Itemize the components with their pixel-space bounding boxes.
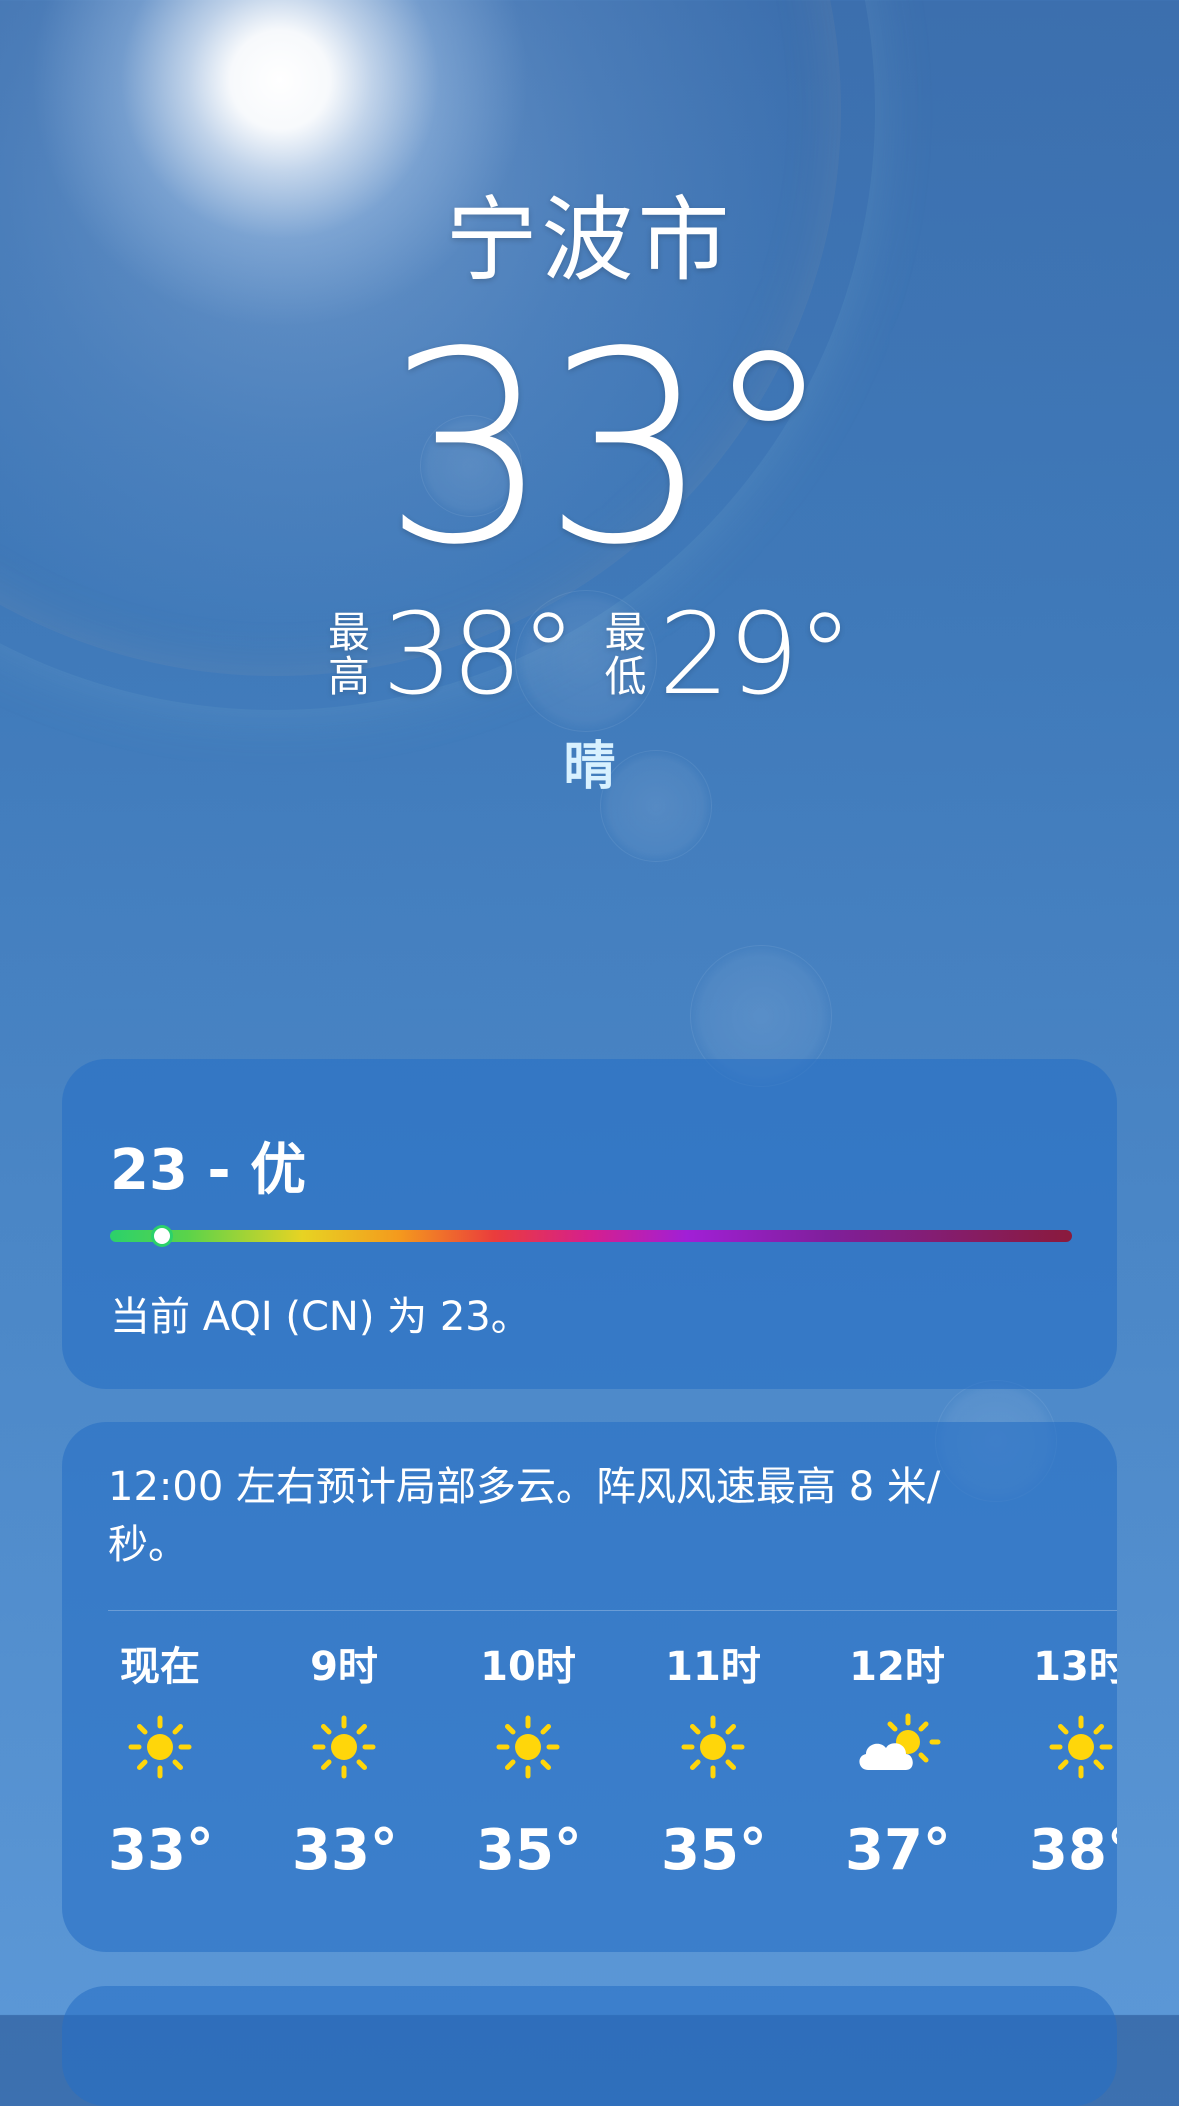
hourly-summary: 12:00 左右预计局部多云。阵风风速最高 8 米/秒。 — [108, 1464, 941, 1568]
hour-temperature: 37° — [845, 1818, 951, 1883]
sun-icon — [661, 1712, 765, 1802]
aqi-scale-bar — [110, 1230, 1072, 1242]
hour-label: 10时 — [480, 1644, 576, 1690]
hour-item: 10时 35° — [476, 1642, 582, 1886]
next-card[interactable] — [62, 1986, 1117, 2106]
low-value: 29° — [658, 590, 854, 720]
high-label: 最 高 — [327, 608, 370, 701]
sun-icon — [476, 1712, 580, 1802]
hour-item: 现在 33° — [108, 1642, 214, 1886]
high-low-temperatures: 最 高 38° 最 低 29° — [0, 590, 1179, 720]
hour-temperature: 33° — [292, 1818, 398, 1883]
high-value: 38° — [381, 590, 577, 720]
sun-icon — [1029, 1712, 1117, 1802]
hour-label: 12时 — [849, 1644, 945, 1690]
hour-item: 13时 38° — [1029, 1642, 1117, 1886]
hour-temperature: 33° — [108, 1818, 214, 1883]
hour-temperature: 38° — [1029, 1818, 1117, 1883]
hourly-list[interactable]: 现在 33° 9时 33° 10时 35° 11时 35° 12时 37° 13… — [108, 1642, 1117, 1932]
hour-temperature: 35° — [661, 1818, 767, 1883]
hour-item: 9时 33° — [292, 1642, 398, 1886]
hour-item: 11时 35° — [661, 1642, 767, 1886]
hour-label: 13时 — [1033, 1644, 1117, 1690]
hour-label: 现在 — [120, 1644, 200, 1690]
aqi-indicator — [154, 1228, 170, 1244]
weather-condition: 晴 — [563, 737, 616, 797]
divider — [108, 1610, 1117, 1611]
sun-icon — [108, 1712, 212, 1802]
partly-cloudy-icon — [845, 1712, 949, 1802]
low-label: 最 低 — [604, 608, 647, 701]
hour-label: 11时 — [665, 1644, 761, 1690]
current-temperature: 33° — [382, 296, 835, 603]
aqi-description: 当前 AQI (CN) 为 23。 — [110, 1294, 531, 1340]
high-temperature: 最 高 38° — [327, 590, 577, 720]
hour-label: 9时 — [310, 1644, 378, 1690]
sun-icon — [292, 1712, 396, 1802]
aqi-value: 23 - 优 — [110, 1138, 307, 1203]
city-name: 宁波市 — [445, 187, 734, 294]
hourly-forecast-card[interactable]: 12:00 左右预计局部多云。阵风风速最高 8 米/秒。 现在 33° 9时 3… — [62, 1422, 1117, 1952]
hour-temperature: 35° — [476, 1818, 582, 1883]
hour-item: 12时 37° — [845, 1642, 951, 1886]
air-quality-card[interactable]: 23 - 优 当前 AQI (CN) 为 23。 — [62, 1059, 1117, 1389]
low-temperature: 最 低 29° — [604, 590, 854, 720]
